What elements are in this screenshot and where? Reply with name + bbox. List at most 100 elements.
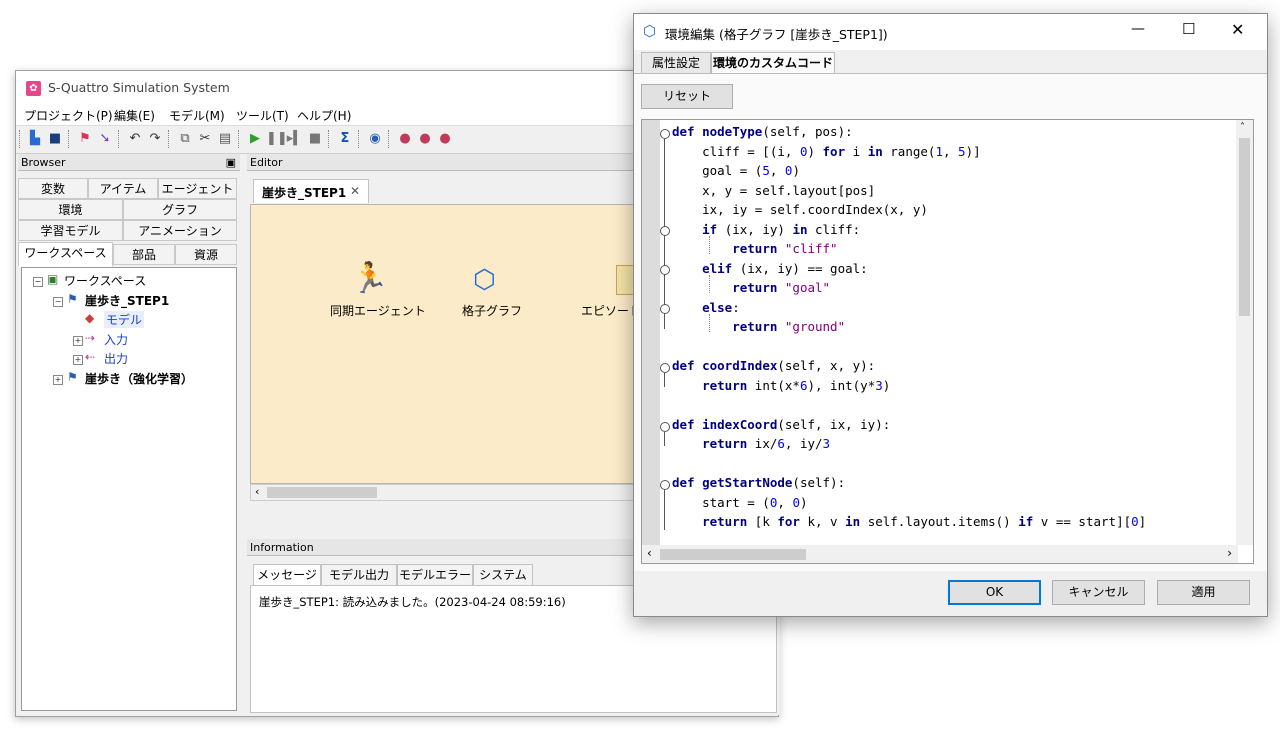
code-line: return [k for k, v in self.layout.items(…: [702, 514, 1147, 529]
node-sync-agent-label: 同期エージェント: [330, 304, 426, 318]
toolbar-separator: [19, 130, 23, 148]
scroll-thumb[interactable]: [267, 487, 377, 498]
stop-icon[interactable]: ■: [306, 130, 324, 148]
paste-icon[interactable]: ▤: [216, 130, 234, 148]
run-icon[interactable]: ▶: [246, 130, 264, 148]
maximize-panel-icon[interactable]: ▣: [226, 154, 236, 171]
scroll-left-icon[interactable]: ‹: [255, 485, 259, 498]
tree-root-workspace[interactable]: ワークスペース: [64, 272, 146, 289]
model-arrow-icon[interactable]: ➘: [96, 130, 114, 148]
code-line: def getStartNode(self):: [672, 475, 846, 490]
code-line: cliff = [(i, 0) for i in range(1, 5)]: [672, 143, 981, 159]
cancel-button[interactable]: キャンセル: [1052, 580, 1145, 605]
tab-workspace[interactable]: ワークスペース: [18, 242, 113, 267]
tab-parts[interactable]: 部品: [113, 244, 175, 265]
copy-icon[interactable]: ⧉: [176, 130, 194, 148]
close-tab-icon[interactable]: ✕: [350, 184, 360, 198]
browser-header: Browser ▣: [18, 154, 240, 171]
plugin-c-icon[interactable]: ●: [416, 130, 434, 148]
tab-environment[interactable]: 環境: [18, 199, 123, 220]
sigma-icon[interactable]: Σ: [336, 130, 354, 148]
tree-project-rl[interactable]: 崖歩き（強化学習）: [85, 372, 193, 386]
menu-help[interactable]: ヘルプ(H): [297, 107, 351, 124]
fold-marker-icon[interactable]: [660, 363, 670, 373]
inspect-icon[interactable]: ◉: [366, 130, 384, 148]
fold-marker-icon[interactable]: [660, 304, 670, 314]
canvas-horizontal-scrollbar[interactable]: ‹: [250, 484, 635, 501]
close-icon[interactable]: ✕: [1231, 20, 1244, 39]
fold-marker-icon[interactable]: [660, 129, 670, 139]
scroll-up-icon[interactable]: ˄: [1240, 122, 1245, 133]
tab-model-error[interactable]: モデルエラー: [397, 564, 473, 586]
reset-button[interactable]: リセット: [641, 84, 733, 109]
editor-tab[interactable]: 崖歩き_STEP1 ✕: [253, 179, 369, 203]
minimize-icon[interactable]: —: [1131, 21, 1145, 37]
toolbar-separator: [118, 130, 122, 148]
code-vertical-scrollbar[interactable]: ˄: [1236, 120, 1253, 545]
tab-graph[interactable]: グラフ: [123, 199, 237, 220]
toolbar-separator: [388, 130, 392, 148]
information-header-label: Information: [250, 541, 314, 554]
new-project-icon[interactable]: ▙: [26, 130, 44, 148]
grid-graph-icon[interactable]: ⬡: [473, 265, 496, 295]
menu-tools[interactable]: ツール(T): [236, 107, 289, 124]
redo-icon[interactable]: ↷: [146, 130, 164, 148]
grid-graph-icon: ⬡: [643, 22, 657, 40]
menu-project[interactable]: プロジェクト(P): [24, 107, 113, 124]
plugin-p-icon[interactable]: ●: [396, 130, 414, 148]
code-line: ix, iy = self.coordIndex(x, y): [672, 202, 928, 217]
code-horizontal-scrollbar[interactable]: ‹ ›: [642, 545, 1238, 563]
expand-icon[interactable]: +: [73, 355, 83, 365]
scroll-left-icon[interactable]: ‹: [647, 546, 652, 560]
menu-model[interactable]: モデル(M): [169, 107, 225, 124]
code-line: def coordIndex(self, x, y):: [672, 358, 876, 373]
tree-output[interactable]: 出力: [104, 350, 128, 367]
maximize-icon[interactable]: ☐: [1182, 20, 1195, 38]
fold-marker-icon[interactable]: [660, 422, 670, 432]
expand-icon[interactable]: +: [53, 375, 63, 385]
model-canvas[interactable]: 🏃 同期エージェント ⬡ 格子グラフ エピソード: [250, 204, 641, 484]
plugin-a-icon[interactable]: ●: [436, 130, 454, 148]
tab-model-output[interactable]: モデル出力: [321, 564, 397, 586]
open-model-icon[interactable]: ⚑: [76, 130, 94, 148]
tab-agents[interactable]: エージェント: [158, 178, 237, 199]
fold-marker-icon[interactable]: [660, 480, 670, 490]
dialog-body: リセット def nodeType(self, pos): cliff = [(…: [634, 73, 1267, 571]
node-grid-graph-label: 格子グラフ: [462, 304, 523, 318]
expand-icon[interactable]: +: [73, 336, 83, 346]
browser-header-label: Browser: [21, 156, 66, 169]
pause-icon[interactable]: ❚❚: [266, 130, 288, 148]
tree-input[interactable]: 入力: [104, 331, 128, 348]
cut-icon[interactable]: ✂: [196, 130, 214, 148]
tree-project-step1[interactable]: 崖歩き_STEP1: [85, 294, 169, 308]
tab-resources[interactable]: 資源: [175, 244, 237, 265]
step-icon[interactable]: ▸▍: [286, 130, 304, 148]
scroll-thumb[interactable]: [1239, 138, 1250, 316]
fold-marker-icon[interactable]: [660, 226, 670, 236]
fold-marker-icon[interactable]: [660, 265, 670, 275]
tab-attribute-settings[interactable]: 属性設定: [641, 52, 711, 74]
tree-model[interactable]: モデル: [104, 311, 145, 328]
tab-learning-model[interactable]: 学習モデル: [18, 220, 123, 241]
collapse-icon[interactable]: −: [33, 277, 43, 287]
tab-animation[interactable]: アニメーション: [123, 220, 237, 241]
tab-message[interactable]: メッセージ: [253, 564, 321, 586]
collapse-icon[interactable]: −: [53, 297, 63, 307]
undo-icon[interactable]: ↶: [126, 130, 144, 148]
menu-edit[interactable]: 編集(E): [114, 107, 155, 124]
project-flag-icon: ⚑: [67, 292, 78, 306]
tab-variables[interactable]: 変数: [18, 178, 88, 199]
code-editor[interactable]: def nodeType(self, pos): cliff = [(i, 0)…: [641, 119, 1254, 564]
tab-system[interactable]: システム: [473, 564, 533, 586]
tab-custom-code[interactable]: 環境のカスタムコード: [711, 52, 835, 74]
scroll-right-icon[interactable]: ›: [1227, 546, 1232, 560]
sync-agent-icon[interactable]: 🏃: [351, 263, 388, 295]
fold-line: [664, 490, 665, 530]
save-icon[interactable]: ■: [46, 130, 64, 148]
scroll-thumb[interactable]: [660, 549, 806, 560]
code-line: def nodeType(self, pos):: [672, 124, 853, 139]
dialog-title-bar: ⬡ 環境編集 (格子グラフ [崖歩き_STEP1]) — ☐ ✕: [634, 14, 1267, 50]
tab-items[interactable]: アイテム: [88, 178, 158, 199]
apply-button[interactable]: 適用: [1157, 580, 1250, 605]
ok-button[interactable]: OK: [948, 580, 1041, 605]
